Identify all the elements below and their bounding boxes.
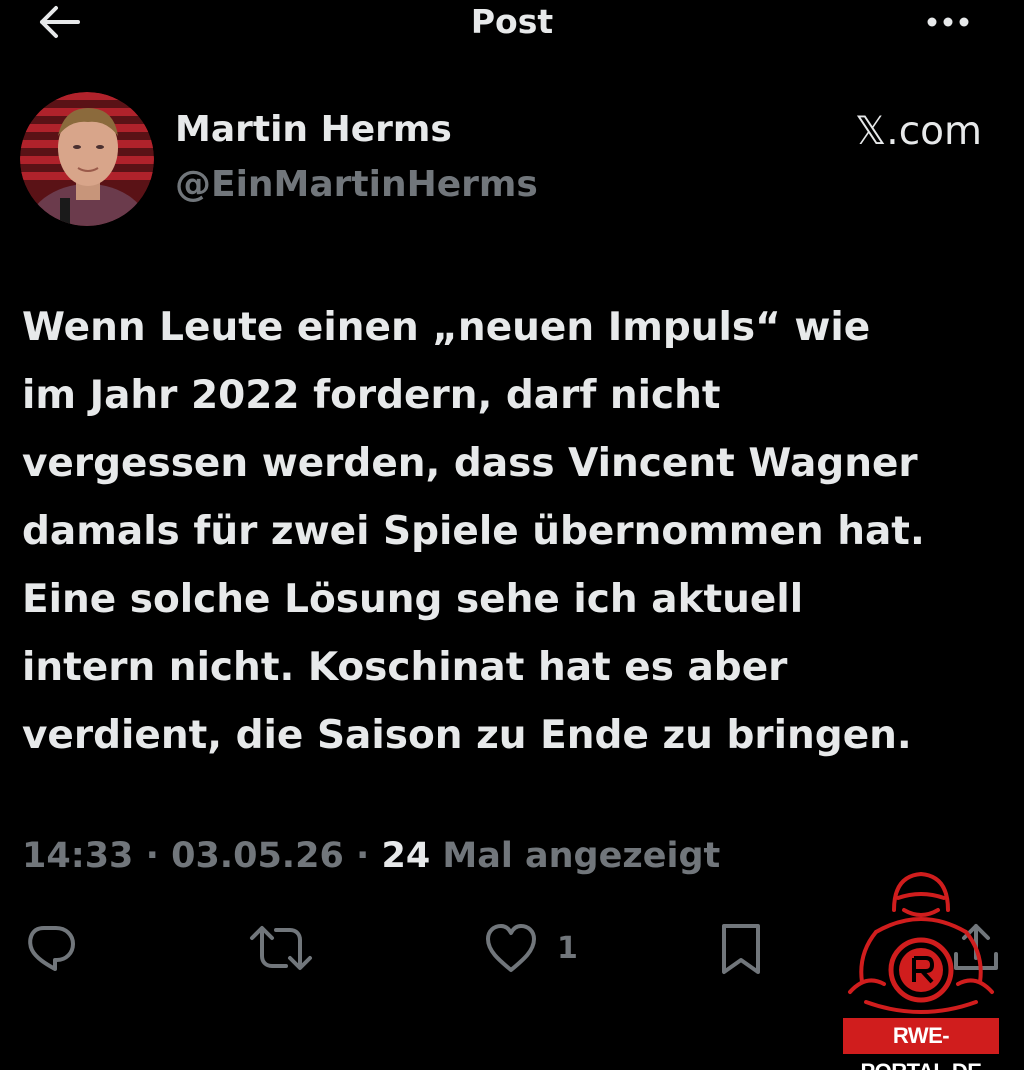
watermark-logo: RWE-PORTAL.DE	[836, 862, 1006, 1070]
tweet-line: damals für zwei Spiele übernommen hat.	[22, 509, 925, 554]
tweet-line: Wenn Leute einen „neuen Impuls“ wie	[22, 305, 871, 350]
watermark-mascot	[848, 872, 994, 1014]
meta-separator: ·	[133, 836, 172, 876]
top-bar: Post	[0, 0, 1024, 46]
avatar[interactable]	[20, 92, 154, 226]
like-count: 1	[557, 930, 578, 966]
views-label: Mal angezeigt	[430, 836, 721, 876]
reply-button[interactable]	[22, 916, 78, 980]
post-meta: 14:33 · 03.05.26 · 24 Mal angezeigt	[22, 828, 720, 884]
tweet-line: vergessen werden, dass Vincent Wagner	[22, 441, 918, 486]
more-button[interactable]	[918, 0, 978, 44]
like-button[interactable]: 1	[483, 916, 578, 980]
meta-separator: ·	[343, 836, 382, 876]
tweet-line: im Jahr 2022 fordern, darf nicht	[22, 373, 721, 418]
tweet-line: intern nicht. Koschinat hat es aber	[22, 645, 788, 690]
views-count: 24	[381, 836, 431, 876]
author-name[interactable]: Martin Herms	[175, 106, 452, 154]
heart-icon	[486, 924, 536, 972]
watermark-label: RWE-PORTAL.DE	[843, 1018, 999, 1070]
bookmark-button[interactable]	[716, 916, 766, 980]
reply-icon	[28, 926, 75, 971]
tweet-text: Wenn Leute einen „neuen Impuls“ wie im J…	[22, 294, 1012, 770]
post-date[interactable]: 03.05.26	[171, 836, 344, 876]
post-time[interactable]: 14:33	[22, 836, 133, 876]
repost-button[interactable]	[248, 916, 314, 980]
tweet-line: verdient, die Saison zu Ende zu bringen.	[22, 713, 912, 758]
author-handle[interactable]: @EinMartinHerms	[175, 161, 538, 209]
bookmark-icon	[722, 924, 760, 974]
more-horizontal-icon	[927, 17, 969, 27]
source-label: 𝕏.com	[854, 109, 982, 154]
page-title: Post	[470, 2, 554, 41]
tweet-line: Eine solche Lösung sehe ich aktuell	[22, 577, 804, 622]
repost-icon	[250, 926, 312, 970]
